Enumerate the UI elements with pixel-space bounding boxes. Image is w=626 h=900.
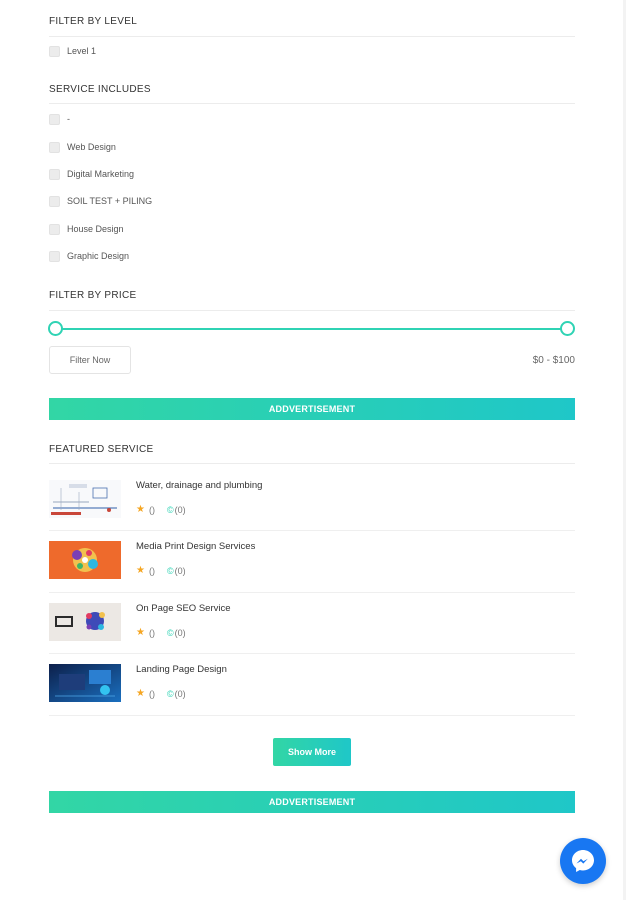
- orders-icon: ©: [166, 565, 174, 576]
- service-title[interactable]: Landing Page Design: [136, 664, 227, 675]
- price-slider-min-handle[interactable]: [48, 321, 63, 336]
- service-option-digital-marketing[interactable]: Digital Marketing: [49, 167, 134, 181]
- service-meta: ★ () © (0): [136, 688, 186, 699]
- service-rating: (): [148, 565, 155, 576]
- checkbox[interactable]: [49, 113, 60, 125]
- service-title[interactable]: Media Print Design Services: [136, 541, 255, 552]
- divider: [49, 592, 575, 593]
- checkbox[interactable]: [49, 141, 60, 153]
- filter-now-button[interactable]: Filter Now: [49, 346, 131, 374]
- service-thumbnail[interactable]: [49, 603, 121, 641]
- service-option-label: Graphic Design: [67, 251, 130, 261]
- service-meta: ★ () © (0): [136, 627, 186, 638]
- service-option-label: -: [67, 114, 70, 124]
- orders-icon: ©: [166, 627, 174, 638]
- orders-icon: ©: [166, 688, 174, 699]
- service-thumbnail[interactable]: [49, 664, 121, 702]
- divider: [49, 715, 575, 716]
- checkbox[interactable]: [49, 250, 60, 262]
- advertisement-banner[interactable]: ADDVERTISEMENT: [49, 791, 575, 813]
- level-option-label: Level 1: [67, 46, 97, 56]
- checkbox[interactable]: [49, 45, 60, 57]
- star-icon: ★: [136, 565, 145, 576]
- service-option-label: House Design: [67, 224, 124, 234]
- service-option-house-design[interactable]: House Design: [49, 222, 124, 236]
- checkbox[interactable]: [49, 223, 60, 235]
- checkbox[interactable]: [49, 195, 60, 207]
- featured-service-item[interactable]: Water, drainage and plumbing ★ () © (0): [49, 480, 575, 541]
- filter-price-title: FILTER BY PRICE: [49, 290, 137, 301]
- service-includes-title: SERVICE INCLUDES: [49, 84, 151, 95]
- service-orders: (0): [174, 504, 186, 515]
- service-rating: (): [148, 688, 155, 699]
- divider: [49, 463, 575, 464]
- price-slider-max-handle[interactable]: [560, 321, 575, 336]
- featured-service-title: FEATURED SERVICE: [49, 444, 154, 455]
- divider: [49, 310, 575, 311]
- service-option-label: SOIL TEST + PILING: [67, 196, 153, 206]
- service-option-web-design[interactable]: Web Design: [49, 140, 116, 154]
- divider: [49, 653, 575, 654]
- orders-icon: ©: [166, 504, 174, 515]
- star-icon: ★: [136, 627, 145, 638]
- service-thumbnail[interactable]: [49, 480, 121, 518]
- service-option-label: Web Design: [67, 142, 116, 152]
- star-icon: ★: [136, 688, 145, 699]
- divider: [49, 103, 575, 104]
- service-rating: (): [148, 504, 155, 515]
- level-option-1[interactable]: Level 1: [49, 44, 96, 58]
- featured-service-item[interactable]: On Page SEO Service ★ () © (0): [49, 603, 575, 664]
- service-meta: ★ () © (0): [136, 565, 186, 576]
- service-option-label: Digital Marketing: [67, 169, 135, 179]
- filter-level-title: FILTER BY LEVEL: [49, 16, 138, 27]
- service-orders: (0): [174, 565, 186, 576]
- price-range-label: $0 - $100: [532, 355, 575, 366]
- price-slider-track[interactable]: [55, 328, 567, 330]
- service-option-graphic-design[interactable]: Graphic Design: [49, 249, 129, 263]
- service-orders: (0): [174, 627, 186, 638]
- service-option[interactable]: -: [49, 112, 70, 126]
- service-orders: (0): [174, 688, 186, 699]
- service-meta: ★ () © (0): [136, 504, 186, 515]
- checkbox[interactable]: [49, 168, 60, 180]
- service-option-soil-test[interactable]: SOIL TEST + PILING: [49, 194, 152, 208]
- divider: [49, 36, 575, 37]
- service-title[interactable]: Water, drainage and plumbing: [136, 480, 262, 491]
- service-rating: (): [148, 627, 155, 638]
- show-more-button[interactable]: Show More: [273, 738, 351, 766]
- divider: [49, 530, 575, 531]
- messenger-icon: [572, 850, 594, 872]
- messenger-chat-button[interactable]: [560, 838, 606, 884]
- service-title[interactable]: On Page SEO Service: [136, 603, 231, 614]
- service-thumbnail[interactable]: [49, 541, 121, 579]
- advertisement-banner[interactable]: ADDVERTISEMENT: [49, 398, 575, 420]
- star-icon: ★: [136, 504, 145, 515]
